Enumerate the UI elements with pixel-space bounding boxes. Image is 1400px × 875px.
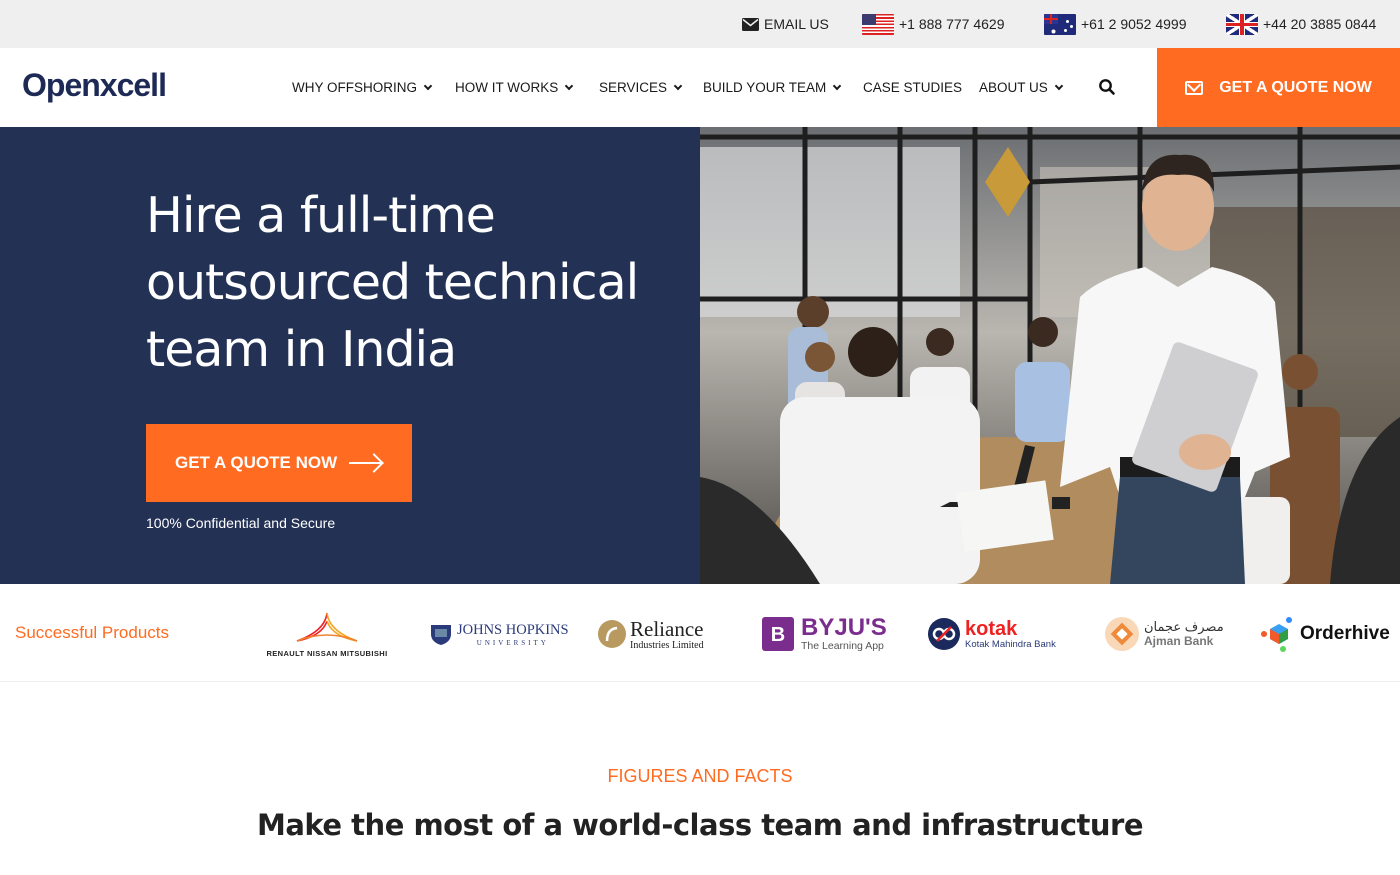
nav-label: BUILD YOUR TEAM: [703, 80, 827, 95]
client-logo-name: RENAULT NISSAN MITSUBISHI: [266, 648, 388, 658]
chevron-down-icon: [1054, 81, 1064, 90]
chevron-down-icon: [565, 81, 574, 90]
kotak-emblem-icon: [928, 618, 960, 650]
client-logo-sub: UNIVERSITY: [476, 638, 549, 647]
get-quote-hero-button[interactable]: GET A QUOTE NOW: [146, 424, 412, 502]
phone-number: +1 888 777 4629: [899, 16, 1005, 32]
client-logo-name: BYJU'S: [801, 614, 887, 641]
phone-au-link[interactable]: +61 2 9052 4999: [1044, 0, 1187, 48]
confidential-note: 100% Confidential and Secure: [146, 515, 336, 531]
client-logo-name: kotak: [965, 617, 1018, 640]
phone-us-link[interactable]: +1 888 777 4629: [862, 0, 1005, 48]
figures-section-label: FIGURES AND FACTS: [607, 766, 793, 786]
search-button[interactable]: [1098, 78, 1116, 96]
client-logo-name: JOHNS HOPKINS: [457, 621, 569, 638]
hero-cta-label: GET A QUOTE NOW: [175, 453, 338, 472]
client-logo-reliance[interactable]: Reliance Industries Limited: [597, 606, 704, 662]
figures-section-title: Make the most of a world-class team and …: [256, 808, 1144, 842]
nav-why-offshoring[interactable]: WHY OFFSHORING: [292, 48, 433, 127]
client-logo-sub: Ajman Bank: [1144, 634, 1214, 648]
nav-about-us[interactable]: ABOUT US: [979, 48, 1064, 127]
au-flag-icon: [1044, 13, 1076, 35]
nav-label: SERVICES: [599, 80, 668, 95]
search-icon: [1099, 79, 1115, 95]
envelope-icon: [1185, 80, 1204, 95]
us-flag-icon: [862, 13, 894, 35]
nav-build-your-team[interactable]: BUILD YOUR TEAM: [703, 48, 842, 127]
client-logo-sub: Industries Limited: [630, 639, 704, 651]
client-logo-name: مصرف عجمان: [1144, 619, 1224, 634]
get-quote-header-button[interactable]: GET A QUOTE NOW: [1157, 48, 1400, 127]
phone-number: +44 20 3885 0844: [1263, 16, 1377, 32]
client-logo-name: Orderhive: [1300, 623, 1390, 644]
reliance-emblem-icon: [598, 620, 626, 648]
client-logo-sub: The Learning App: [801, 640, 884, 652]
chevron-down-icon: [673, 81, 683, 90]
orderhive-hex-icon: [1261, 617, 1292, 652]
main-header: Openxcell WHY OFFSHORING HOW IT WORKS SE…: [0, 48, 1400, 127]
client-logo-byjus[interactable]: B BYJU'S The Learning App: [761, 606, 887, 662]
client-logo-sub: Kotak Mahindra Bank: [965, 638, 1056, 650]
nav-case-studies[interactable]: CASE STUDIES: [863, 48, 962, 127]
client-logo-kotak[interactable]: kotak Kotak Mahindra Bank: [927, 606, 1056, 662]
byjus-b-icon: B: [762, 617, 794, 651]
successful-products-label: Successful Products: [15, 623, 170, 642]
nav-services[interactable]: SERVICES: [599, 48, 683, 127]
jhu-shield-icon: [431, 625, 451, 645]
phone-uk-link[interactable]: +44 20 3885 0844: [1226, 0, 1376, 48]
svg-text:B: B: [771, 624, 785, 646]
uk-flag-icon: [1226, 13, 1258, 35]
client-logo-name: Reliance: [630, 616, 704, 641]
hero-image: [700, 127, 1400, 584]
chevron-down-icon: [833, 81, 842, 90]
client-logo-johns-hopkins[interactable]: JOHNS HOPKINS UNIVERSITY: [429, 606, 569, 662]
nav-label: CASE STUDIES: [863, 80, 963, 95]
client-logo-orderhive[interactable]: Orderhive: [1261, 606, 1390, 662]
nav-how-it-works[interactable]: HOW IT WORKS: [455, 48, 574, 127]
client-logo-renault-nissan-mitsubishi[interactable]: RENAULT NISSAN MITSUBISHI: [262, 606, 392, 662]
office-team-photo: [700, 127, 1400, 584]
arrow-right-icon: [349, 462, 382, 464]
chevron-down-icon: [423, 81, 433, 90]
openxcell-logo[interactable]: Openxcell: [22, 67, 167, 104]
client-logos-strip: Successful Products RENAULT NISSAN MITSU…: [0, 584, 1400, 682]
hero-title: Hire a full-time outsourced technical te…: [146, 187, 639, 378]
nav-label: ABOUT US: [979, 80, 1048, 95]
nav-label: HOW IT WORKS: [455, 80, 559, 95]
email-us-link[interactable]: EMAIL US: [742, 0, 829, 48]
alliance-emblem-icon: [296, 612, 358, 642]
hero-section: Hire a full-time outsourced technical te…: [0, 127, 700, 584]
client-logo-ajman-bank[interactable]: مصرف عجمان Ajman Bank: [1104, 606, 1224, 662]
phone-number: +61 2 9052 4999: [1081, 16, 1187, 32]
get-quote-label: GET A QUOTE NOW: [1219, 78, 1372, 96]
envelope-icon: [742, 17, 759, 31]
nav-label: WHY OFFSHORING: [292, 80, 418, 95]
ajman-emblem-icon: [1105, 617, 1139, 651]
top-contact-bar: EMAIL US +1 888 777 4629 +61 2 9052 4999…: [0, 0, 1400, 48]
email-us-label: EMAIL US: [764, 16, 829, 32]
